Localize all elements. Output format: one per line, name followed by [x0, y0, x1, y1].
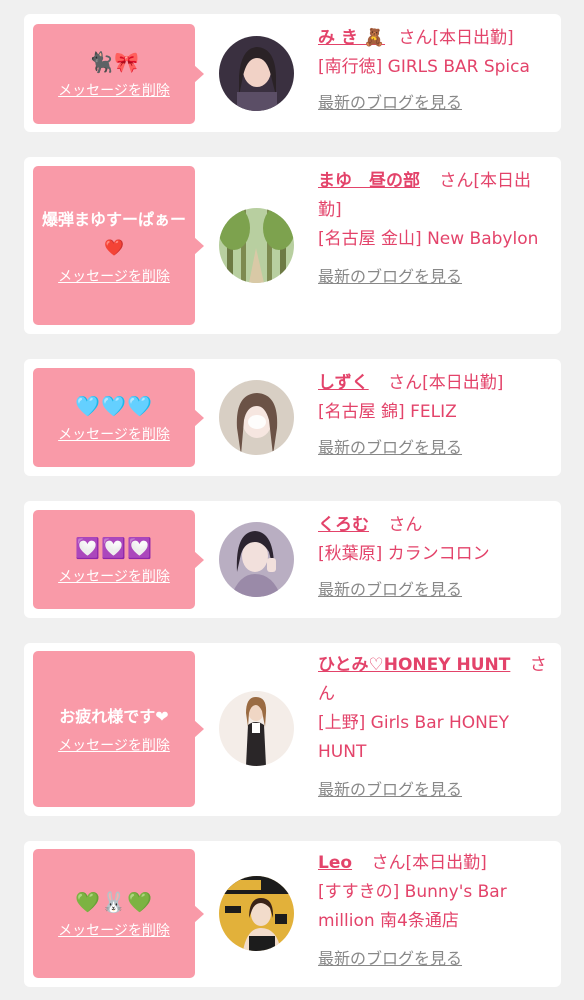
delete-message-link[interactable]: メッセージを削除: [58, 424, 170, 444]
delete-message-link[interactable]: メッセージを削除: [58, 266, 170, 286]
latest-blog-link[interactable]: 最新のブログを見る: [318, 88, 462, 117]
cast-info: くろむ さん [秋葉原] カランコロン 最新のブログを見る: [318, 511, 554, 605]
avatar[interactable]: [219, 380, 294, 455]
message-bubble: 🩵🩵🩵 メッセージを削除: [33, 368, 204, 467]
message-bubble: 💟💟💟 メッセージを削除: [33, 510, 204, 609]
avatar[interactable]: [219, 522, 294, 597]
cast-info: ひとみ♡HONEY HUNT さん [上野] Girls Bar HONEY H…: [318, 651, 558, 805]
name-line: ひとみ♡HONEY HUNT さん: [318, 651, 558, 709]
avatar[interactable]: [219, 36, 294, 111]
favorite-card: 🩵🩵🩵 メッセージを削除 しずく さん[本日出勤] [名古屋 錦] FELIZ …: [24, 359, 561, 476]
message-text: 💟💟💟: [75, 535, 153, 560]
latest-blog-link[interactable]: 最新のブログを見る: [318, 262, 462, 291]
latest-blog-link[interactable]: 最新のブログを見る: [318, 433, 462, 462]
message-text: お疲れ様です❤: [59, 707, 169, 726]
delete-message-link[interactable]: メッセージを削除: [58, 735, 170, 755]
message-bubble: お疲れ様です❤ メッセージを削除: [33, 651, 204, 807]
avatar-photo-icon: [219, 36, 294, 111]
today-badge: [本日出勤]: [422, 373, 504, 393]
name-line: Leo さん[本日出勤]: [318, 849, 554, 878]
message-text: 爆弾まゆすーぱぁー❤️: [41, 209, 186, 257]
name-line: しずく さん[本日出勤]: [318, 369, 554, 398]
favorite-card: お疲れ様です❤ メッセージを削除 ひとみ♡HONEY HUNT さん [上野] …: [24, 643, 561, 816]
shop-link[interactable]: [秋葉原] カランコロン: [318, 540, 554, 569]
honorific: さん: [439, 171, 474, 191]
avatar[interactable]: [219, 691, 294, 766]
message-text: 💚🐰💚: [75, 889, 153, 914]
message-bubble: 🐈‍⬛🎀 メッセージを削除: [33, 24, 204, 124]
avatar-photo-icon: [219, 522, 294, 597]
cast-info: み き 🧸 さん[本日出勤] [南行徳] GIRLS BAR Spica 最新の…: [318, 24, 554, 118]
message-bubble: 爆弾まゆすーぱぁー❤️ メッセージを削除: [33, 166, 204, 325]
cast-name-link[interactable]: ひとみ♡HONEY HUNT: [318, 655, 510, 675]
delete-message-link[interactable]: メッセージを削除: [58, 80, 170, 100]
cast-info: まゆ 昼の部 さん[本日出勤] [名古屋 金山] New Babylon 最新の…: [318, 167, 554, 292]
message-bubble: 💚🐰💚 メッセージを削除: [33, 849, 204, 978]
cast-name-link[interactable]: まゆ 昼の部: [318, 171, 420, 191]
avatar-photo-icon: [219, 208, 294, 283]
avatar-photo-icon: [219, 876, 294, 951]
latest-blog-link[interactable]: 最新のブログを見る: [318, 944, 462, 973]
name-line: まゆ 昼の部 さん[本日出勤]: [318, 167, 554, 225]
shop-link[interactable]: [すすきの] Bunny's Bar million 南4条通店: [318, 878, 554, 936]
message-text: 🩵🩵🩵: [75, 393, 153, 418]
favorite-card: 🐈‍⬛🎀 メッセージを削除 み き 🧸 さん[本日出勤] [南行徳] GIRLS…: [24, 14, 561, 132]
honorific: さん: [371, 853, 406, 873]
favorite-card: 爆弾まゆすーぱぁー❤️ メッセージを削除 まゆ 昼の部 さん[本日出勤] [名古…: [24, 157, 561, 334]
cast-name-link[interactable]: しずく: [318, 373, 369, 393]
today-badge: [本日出勤]: [405, 853, 487, 873]
cast-info: Leo さん[本日出勤] [すすきの] Bunny's Bar million …: [318, 849, 554, 974]
avatar[interactable]: [219, 208, 294, 283]
avatar-photo-icon: [219, 380, 294, 455]
shop-link[interactable]: [名古屋 錦] FELIZ: [318, 398, 554, 427]
honorific: さん: [388, 515, 423, 535]
delete-message-link[interactable]: メッセージを削除: [58, 920, 170, 940]
cast-name-link[interactable]: Leo: [318, 853, 352, 873]
avatar[interactable]: [219, 876, 294, 951]
today-badge: [本日出勤]: [432, 28, 514, 48]
shop-link[interactable]: [上野] Girls Bar HONEY HUNT: [318, 709, 558, 767]
cast-info: しずく さん[本日出勤] [名古屋 錦] FELIZ 最新のブログを見る: [318, 369, 554, 463]
latest-blog-link[interactable]: 最新のブログを見る: [318, 775, 462, 804]
avatar-photo-icon: [219, 691, 294, 766]
name-line: くろむ さん: [318, 511, 554, 540]
latest-blog-link[interactable]: 最新のブログを見る: [318, 575, 462, 604]
shop-link[interactable]: [南行徳] GIRLS BAR Spica: [318, 53, 554, 82]
cast-name-link[interactable]: くろむ: [318, 515, 369, 535]
favorite-card: 💚🐰💚 メッセージを削除 Leo さん[本日出勤] [すすきの] Bunny's…: [24, 841, 561, 987]
message-text: 🐈‍⬛🎀: [88, 50, 140, 74]
delete-message-link[interactable]: メッセージを削除: [58, 566, 170, 586]
honorific: さん: [398, 28, 433, 48]
favorite-card: 💟💟💟 メッセージを削除 くろむ さん [秋葉原] カランコロン 最新のブログを…: [24, 501, 561, 618]
cast-name-link[interactable]: み き 🧸: [318, 28, 385, 48]
name-line: み き 🧸 さん[本日出勤]: [318, 24, 554, 53]
shop-link[interactable]: [名古屋 金山] New Babylon: [318, 225, 554, 254]
honorific: さん: [388, 373, 423, 393]
